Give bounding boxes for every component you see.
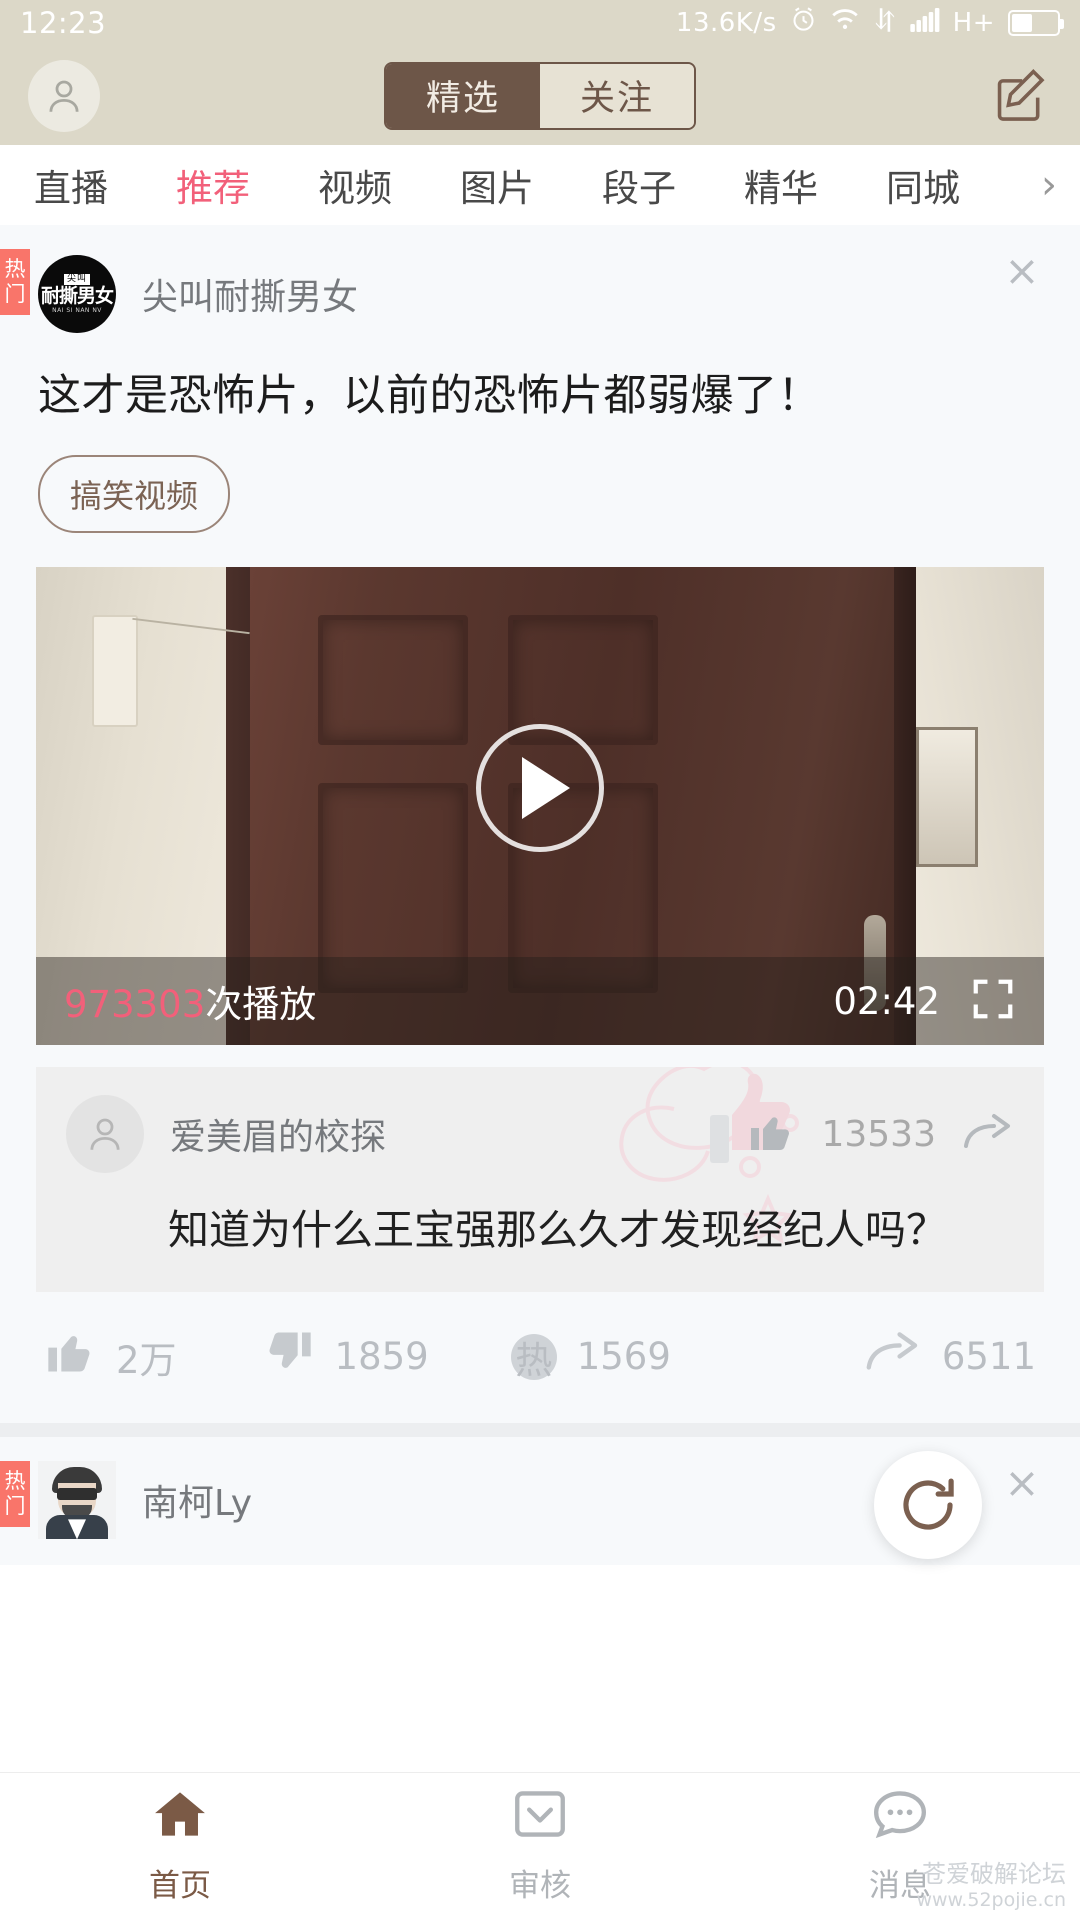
close-icon[interactable]: × [994,243,1050,299]
top-bar: 精选 关注 [0,46,1080,145]
avatar[interactable]: 尖叫 耐撕男女 NAI SI NAN NV [38,255,116,333]
share-button[interactable]: 6511 [864,1330,1036,1383]
nav-home-label: 首页 [149,1868,211,1904]
door-panel [318,615,468,746]
user-avatar-icon[interactable] [28,59,100,132]
post-author-row[interactable]: 尖叫 耐撕男女 NAI SI NAN NV 尖叫耐撕男女 [0,225,1080,333]
feed-post-card-2[interactable]: 热门 × 南柯Ly [0,1437,1080,1566]
segment-following[interactable]: 关注 [540,63,694,128]
data-transfer-icon [873,7,897,40]
play-count-number: 973303 [64,983,206,1027]
like-count: 2万 [116,1338,177,1382]
thumbs-up-icon[interactable] [747,1108,795,1160]
nav-review-label: 审核 [509,1868,571,1904]
network-speed: 13.6K/s [675,8,777,38]
status-icons: 13.6K/s H+ [675,6,1064,40]
alarm-icon [790,6,817,40]
hot-badge: 热门 [0,249,30,315]
status-time: 12:23 [20,6,107,40]
feed-mode-segmented-control[interactable]: 精选 关注 [384,61,696,130]
avatar-logo-top: 尖叫 [63,273,90,285]
wall-frame [916,727,978,868]
tab-nearby[interactable]: 同城 [852,158,994,212]
review-icon [511,1788,569,1848]
status-bar: 12:23 13.6K/s H+ [0,0,1080,46]
network-type: H+ [952,8,995,38]
avatar-logo-main: 耐撕男女 [40,284,114,307]
wifi-icon [830,8,860,39]
user-avatar-icon[interactable] [66,1095,144,1174]
video-bar-right: 02:42 [833,976,1016,1026]
forum-watermark: 苍爱破解论坛 www.52pojie.cn [916,1860,1066,1912]
tab-video[interactable]: 视频 [284,158,426,212]
nav-home[interactable]: 首页 [0,1788,360,1905]
tab-recommend[interactable]: 推荐 [142,158,284,212]
post-tag[interactable]: 搞笑视频 [38,455,231,534]
refresh-icon[interactable] [874,1451,982,1560]
post-action-bar: 2万 1859 热 1569 6511 [0,1292,1080,1418]
dislike-button[interactable]: 1859 [263,1326,429,1387]
tab-essence[interactable]: 精华 [710,158,852,212]
home-icon [151,1788,209,1848]
like-button[interactable]: 2万 [44,1326,177,1387]
thumbs-up-icon[interactable] [44,1326,96,1387]
play-count: 973303次播放 [64,974,316,1028]
feed-list: 热门 × 尖叫 耐撕男女 NAI SI NAN NV 尖叫耐撕男女 这才是恐怖片… [0,225,1080,1566]
wall-switch [92,615,138,728]
tag-row: 搞笑视频 [0,425,1080,534]
watermark-line1: 苍爱破解论坛 [922,1860,1066,1889]
feed-divider [0,1423,1080,1438]
page-title[interactable]: 这才是恐怖片，以前的恐怖片都弱爆了！ [0,333,1080,425]
user-photo-avatar[interactable] [38,1461,116,1540]
tab-image[interactable]: 图片 [426,158,568,212]
video-info-bar: 973303次播放 02:42 [36,957,1044,1046]
share-count: 6511 [941,1335,1036,1379]
avatar-logo-sub: NAI SI NAN NV [52,306,102,314]
nav-review[interactable]: 审核 [360,1788,720,1905]
share-icon[interactable] [864,1330,922,1383]
video-thumbnail[interactable]: 973303次播放 02:42 [36,567,1044,1046]
compose-edit-icon[interactable] [990,63,1052,129]
video-duration: 02:42 [833,979,940,1023]
comment-count: 1569 [576,1335,671,1379]
category-tab-bar[interactable]: 直播 推荐 视频 图片 段子 精华 同城 › [0,145,1080,225]
signal-icon [909,7,940,39]
dislike-count: 1859 [334,1335,429,1379]
comment-author-name[interactable]: 爱美眉的校探 [170,1108,386,1160]
comment-header: 爱美眉的校探 13533 [66,1095,1014,1174]
feed-post-card[interactable]: 热门 × 尖叫 耐撕男女 NAI SI NAN NV 尖叫耐撕男女 这才是恐怖片… [0,225,1080,1424]
hot-comment-icon[interactable]: 热 [510,1333,557,1382]
fullscreen-icon[interactable] [970,976,1016,1026]
share-icon[interactable] [962,1112,1014,1156]
post-author-name[interactable]: 尖叫耐撕男女 [142,268,358,320]
post2-author-name[interactable]: 南柯Ly [142,1474,252,1526]
comment-actions: 13533 [747,1108,1014,1160]
hot-badge: 热门 [0,1461,30,1528]
battery-icon [1008,10,1064,36]
top-comment[interactable]: 爱美眉的校探 13533 知道为什么王宝强那么久才发现经纪人吗？ [36,1067,1044,1293]
tab-joke[interactable]: 段子 [568,158,710,212]
play-count-suffix: 次播放 [205,983,317,1027]
message-icon [871,1788,929,1848]
tab-live[interactable]: 直播 [0,158,142,212]
thumbs-down-icon[interactable] [263,1326,315,1387]
comment-button[interactable]: 热 1569 [510,1333,671,1382]
chevron-right-icon[interactable]: › [1018,145,1080,225]
watermark-line2: www.52pojie.cn [916,1889,1066,1912]
comment-text[interactable]: 知道为什么王宝强那么久才发现经纪人吗？ [66,1173,1014,1258]
close-icon[interactable]: × [994,1455,1050,1511]
comment-like-count: 13533 [821,1113,936,1155]
segment-featured[interactable]: 精选 [386,63,540,128]
play-button-icon[interactable] [476,724,604,853]
